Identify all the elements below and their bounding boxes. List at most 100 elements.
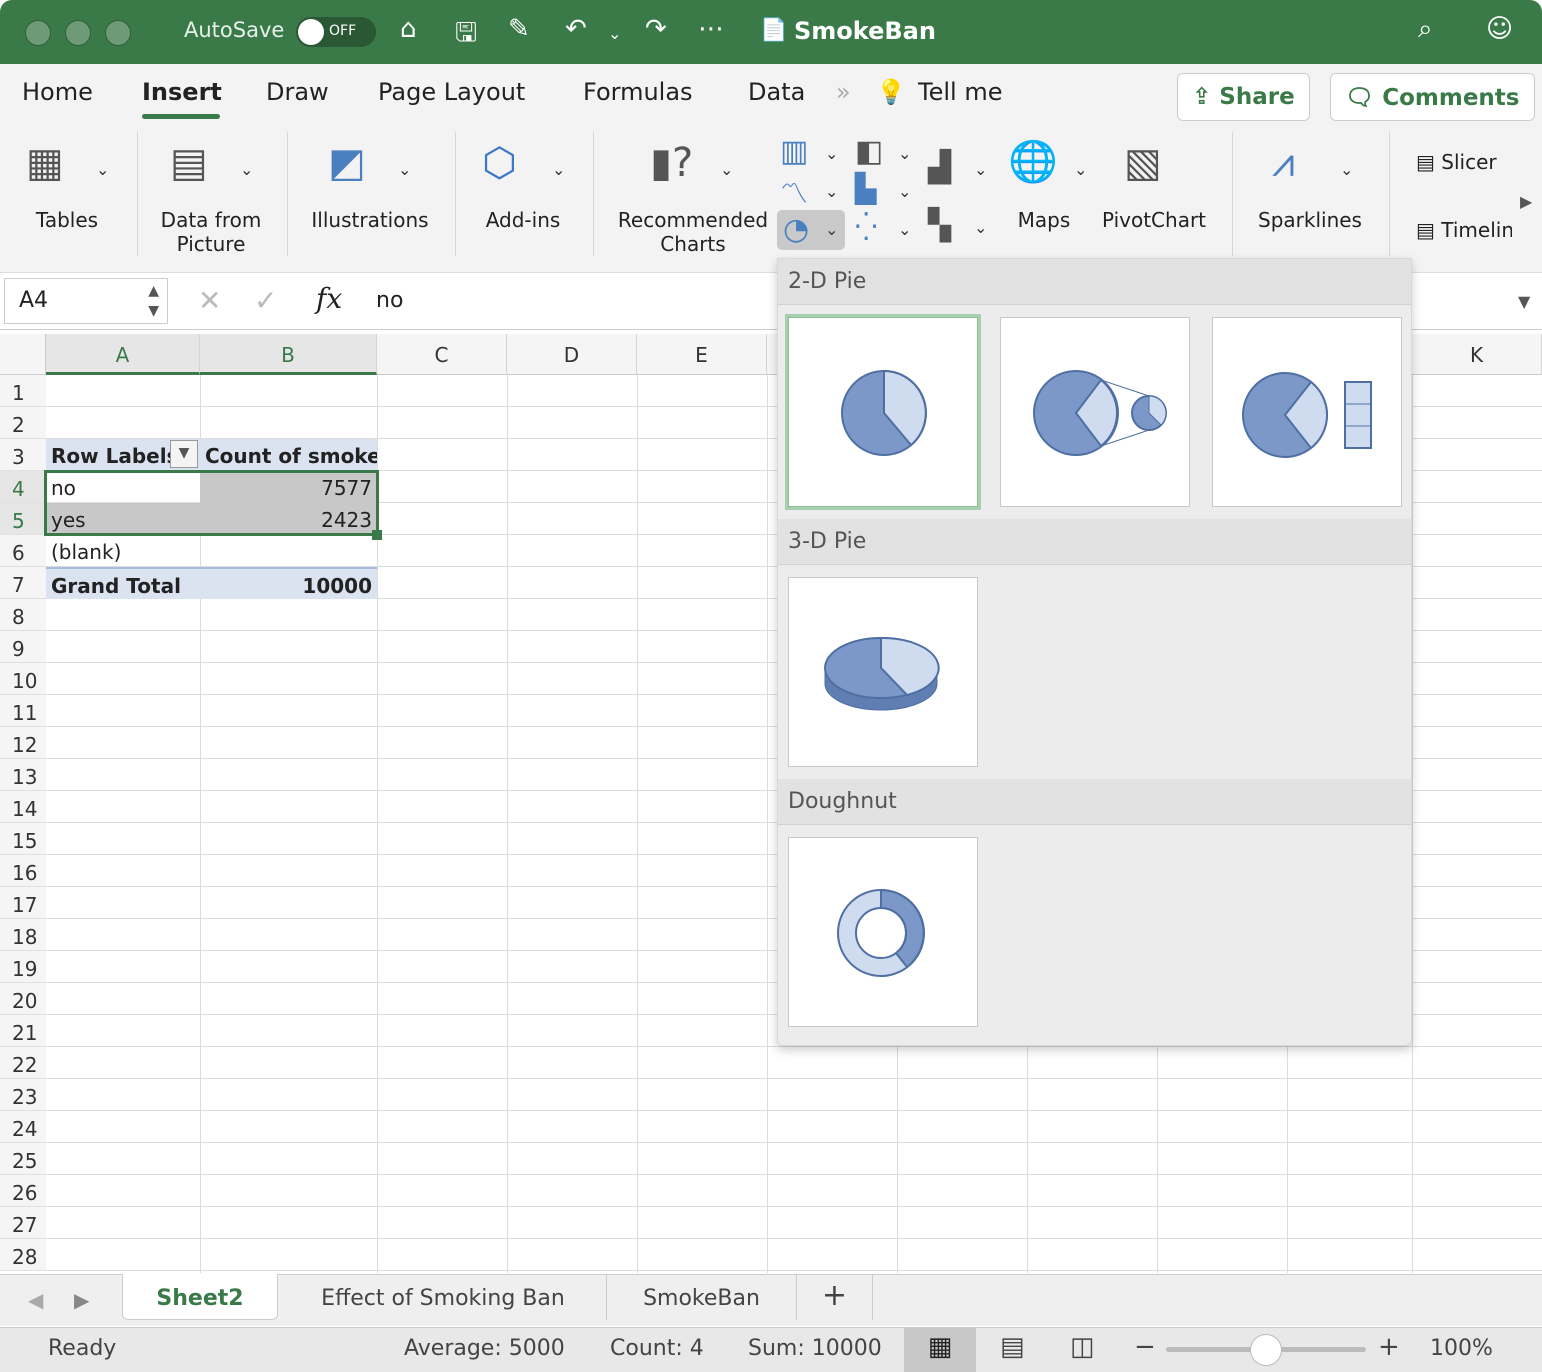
pie-option[interactable] bbox=[785, 314, 981, 510]
pivot-total-value[interactable]: 10000 bbox=[200, 567, 377, 599]
row-header-7[interactable]: 7 bbox=[0, 567, 46, 599]
page-layout-view-icon[interactable]: ▤ bbox=[1000, 1332, 1025, 1362]
formula-input[interactable]: no bbox=[376, 288, 403, 313]
more-icon[interactable]: ⋯ bbox=[698, 14, 724, 44]
close-window-button[interactable] bbox=[25, 20, 51, 46]
tell-me-search[interactable]: Tell me bbox=[918, 78, 1002, 106]
comments-button[interactable]: 🗨 Comments bbox=[1330, 73, 1535, 121]
column-header-d[interactable]: D bbox=[507, 334, 637, 375]
sheet-tab-smokeban[interactable]: SmokeBan bbox=[607, 1274, 797, 1320]
row-header-26[interactable]: 26 bbox=[0, 1175, 46, 1207]
zoom-out-icon[interactable]: − bbox=[1134, 1332, 1156, 1362]
recommended-charts-icon[interactable]: ▮? bbox=[650, 140, 693, 186]
slicer-button[interactable]: ▤ Slicer bbox=[1416, 150, 1512, 174]
filter-dropdown-icon[interactable]: ▼ bbox=[170, 440, 198, 468]
row-header-19[interactable]: 19 bbox=[0, 951, 46, 983]
fill-handle[interactable] bbox=[372, 530, 382, 540]
zoom-in-icon[interactable]: + bbox=[1378, 1332, 1400, 1362]
row-header-12[interactable]: 12 bbox=[0, 727, 46, 759]
pivot-value-header[interactable]: Count of smoker bbox=[200, 439, 377, 471]
sheet-tab-effect-of-smoking-ban[interactable]: Effect of Smoking Ban bbox=[280, 1274, 607, 1320]
tab-formulas[interactable]: Formulas bbox=[583, 78, 693, 106]
row-header-15[interactable]: 15 bbox=[0, 823, 46, 855]
row-header-20[interactable]: 20 bbox=[0, 983, 46, 1015]
pie-chart-button[interactable]: ⌄ ◔ bbox=[777, 210, 845, 250]
maximize-window-button[interactable] bbox=[105, 20, 131, 46]
row-header-10[interactable]: 10 bbox=[0, 663, 46, 695]
illustrations-icon[interactable]: ◩ bbox=[328, 140, 366, 186]
tab-page-layout[interactable]: Page Layout bbox=[378, 78, 525, 106]
sparklines-icon[interactable]: ⩘ bbox=[1272, 140, 1295, 186]
pivotchart-icon[interactable]: ▧ bbox=[1124, 140, 1162, 186]
page-break-view-icon[interactable]: ◫ bbox=[1070, 1332, 1095, 1362]
tab-data[interactable]: Data bbox=[748, 78, 805, 106]
account-icon[interactable]: ☺ bbox=[1486, 14, 1513, 44]
combo-chart-icon[interactable]: ▚ bbox=[928, 208, 951, 243]
hierarchy-chart-icon[interactable]: ◧ bbox=[855, 134, 883, 169]
name-box[interactable]: A4 ▲ ▼ bbox=[4, 278, 168, 324]
tab-draw[interactable]: Draw bbox=[266, 78, 329, 106]
row-header-17[interactable]: 17 bbox=[0, 887, 46, 919]
select-all-button[interactable] bbox=[0, 334, 46, 375]
column-header-k[interactable]: K bbox=[1412, 334, 1542, 375]
row-header-16[interactable]: 16 bbox=[0, 855, 46, 887]
pie-of-pie-option[interactable] bbox=[1000, 317, 1190, 507]
row-header-14[interactable]: 14 bbox=[0, 791, 46, 823]
column-header-b[interactable]: B bbox=[200, 334, 377, 375]
table-icon[interactable]: ▦ bbox=[26, 140, 64, 186]
row-header-27[interactable]: 27 bbox=[0, 1207, 46, 1239]
document-title[interactable]: SmokeBan bbox=[794, 17, 936, 45]
line-chart-icon[interactable]: 〽 bbox=[780, 172, 808, 212]
share-button[interactable]: ⇪ Share bbox=[1177, 73, 1310, 121]
doughnut-option[interactable] bbox=[788, 837, 978, 1027]
tab-home[interactable]: Home bbox=[22, 78, 93, 106]
normal-view-icon[interactable]: ▦ bbox=[904, 1328, 976, 1372]
data-from-picture-icon[interactable]: ▤ bbox=[170, 140, 208, 186]
row-header-11[interactable]: 11 bbox=[0, 695, 46, 727]
minimize-window-button[interactable] bbox=[65, 20, 91, 46]
maps-button[interactable]: Maps bbox=[1010, 208, 1078, 232]
home-icon[interactable]: ⌂ bbox=[400, 14, 417, 44]
scroll-sheets-left-icon[interactable]: ◀ bbox=[28, 1288, 43, 1312]
waterfall-chart-icon[interactable]: ▟ bbox=[928, 150, 951, 185]
search-icon[interactable]: ⌕ bbox=[1418, 14, 1433, 45]
row-header-24[interactable]: 24 bbox=[0, 1111, 46, 1143]
row-header-6[interactable]: 6 bbox=[0, 535, 46, 567]
add-ins-icon[interactable]: ⬡ bbox=[482, 140, 517, 186]
more-tabs-icon[interactable]: » bbox=[836, 78, 851, 106]
row-header-2[interactable]: 2 bbox=[0, 407, 46, 439]
data-from-picture-button[interactable]: Data from Picture bbox=[150, 208, 272, 256]
3d-pie-option[interactable] bbox=[788, 577, 978, 767]
tab-insert[interactable]: Insert bbox=[142, 78, 222, 106]
column-header-e[interactable]: E bbox=[637, 334, 767, 375]
autosave-toggle[interactable]: OFF bbox=[296, 17, 376, 47]
sparklines-button[interactable]: Sparklines bbox=[1250, 208, 1370, 232]
pivot-total-label[interactable]: Grand Total bbox=[46, 567, 200, 599]
enter-icon[interactable]: ✓ bbox=[254, 284, 277, 317]
bar-of-pie-option[interactable] bbox=[1212, 317, 1402, 507]
row-header-8[interactable]: 8 bbox=[0, 599, 46, 631]
row-header-13[interactable]: 13 bbox=[0, 759, 46, 791]
save-as-icon[interactable]: ✎ bbox=[508, 14, 530, 44]
row-header-28[interactable]: 28 bbox=[0, 1239, 46, 1271]
row-header-22[interactable]: 22 bbox=[0, 1047, 46, 1079]
cancel-icon[interactable]: ✕ bbox=[198, 284, 221, 317]
undo-dropdown-icon[interactable]: ⌄ bbox=[608, 24, 621, 43]
column-header-a[interactable]: A bbox=[46, 334, 200, 375]
function-icon[interactable]: fx bbox=[316, 282, 342, 315]
undo-icon[interactable]: ↶ bbox=[565, 14, 587, 44]
tables-button[interactable]: Tables bbox=[20, 208, 114, 232]
add-ins-button[interactable]: Add-ins bbox=[470, 208, 576, 232]
add-sheet-button[interactable]: + bbox=[797, 1274, 873, 1320]
recommended-charts-button[interactable]: Recommended Charts bbox=[612, 208, 774, 256]
zoom-slider-handle[interactable] bbox=[1250, 1334, 1282, 1366]
expand-formula-icon[interactable]: ▼ bbox=[1518, 292, 1530, 311]
row-header-9[interactable]: 9 bbox=[0, 631, 46, 663]
ribbon-scroll-right-icon[interactable]: ▶ bbox=[1520, 192, 1532, 211]
row-header-3[interactable]: 3 bbox=[0, 439, 46, 471]
row-header-18[interactable]: 18 bbox=[0, 919, 46, 951]
row-header-23[interactable]: 23 bbox=[0, 1079, 46, 1111]
scatter-chart-icon[interactable]: ⁛ bbox=[855, 210, 877, 243]
timeline-button[interactable]: ▤ Timeline bbox=[1416, 218, 1512, 242]
column-chart-icon[interactable]: ▥ bbox=[780, 134, 808, 169]
